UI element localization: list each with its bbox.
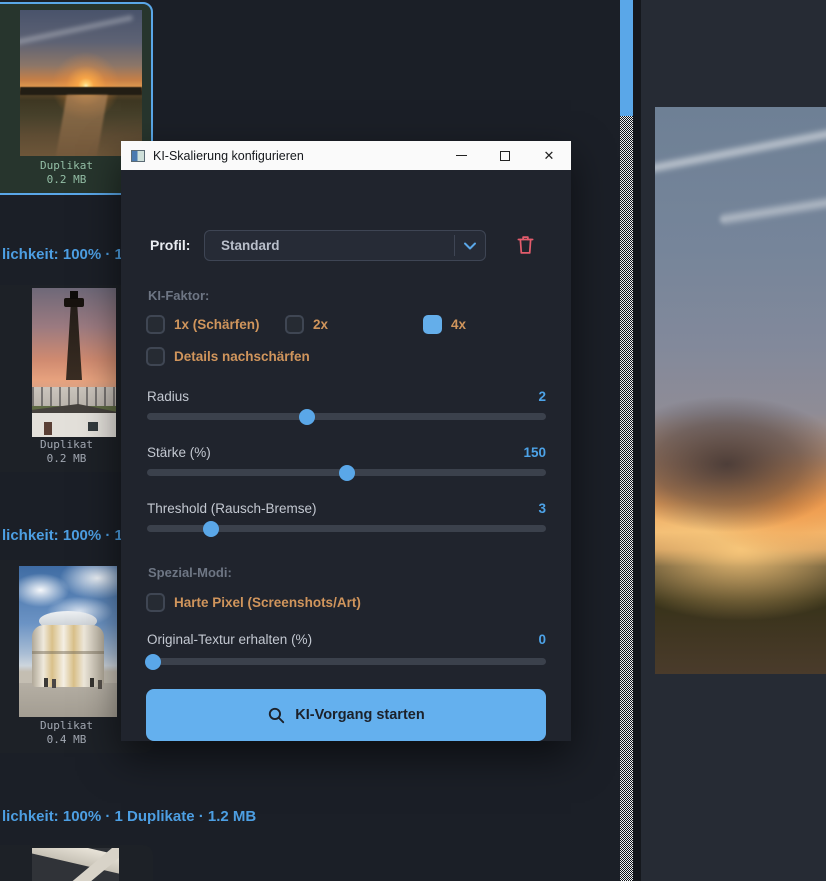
factor-option-1x[interactable]: 1x (Schärfen) bbox=[146, 315, 260, 334]
profile-selected-value: Standard bbox=[221, 238, 280, 253]
field-path bbox=[56, 95, 109, 156]
threshold-slider-thumb[interactable] bbox=[203, 521, 219, 537]
app-image-icon bbox=[131, 150, 145, 162]
radius-slider-thumb[interactable] bbox=[299, 409, 315, 425]
ki-skalierung-dialog: KI-Skalierung konfigurieren ✕ Profil: St… bbox=[121, 141, 571, 741]
similarity-row-2: lichkeit: 100% · 1 bbox=[2, 527, 123, 544]
dialog-titlebar[interactable]: KI-Skalierung konfigurieren ✕ bbox=[121, 141, 571, 170]
chevron-down-icon bbox=[463, 242, 477, 251]
sunset-thumbnail bbox=[20, 10, 142, 156]
building-band bbox=[32, 651, 104, 654]
factor-option-2x[interactable]: 2x bbox=[285, 315, 328, 334]
lighthouse-tower bbox=[66, 304, 82, 380]
contrail-streak bbox=[719, 186, 826, 227]
delete-profile-button[interactable] bbox=[514, 234, 536, 258]
start-ki-process-button[interactable]: KI-Vorgang starten bbox=[146, 689, 546, 741]
checkbox-label: 2x bbox=[313, 317, 328, 332]
checkbox-label: 4x bbox=[451, 317, 466, 332]
staerke-slider-thumb[interactable] bbox=[339, 465, 355, 481]
profile-label: Profil: bbox=[150, 230, 190, 261]
people-silhouettes bbox=[44, 678, 48, 687]
staerke-value: 150 bbox=[523, 445, 546, 460]
house-door bbox=[44, 422, 52, 435]
lighthouse-thumbnail bbox=[32, 288, 116, 437]
spezial-modi-section-label: Spezial-Modi: bbox=[148, 565, 232, 580]
checkbox-label: Harte Pixel (Screenshots/Art) bbox=[174, 595, 361, 610]
rotunda-thumbnail bbox=[19, 566, 117, 717]
factor-option-4x[interactable]: 4x bbox=[423, 315, 466, 334]
ki-faktor-section-label: KI-Faktor: bbox=[148, 288, 209, 303]
staerke-slider[interactable] bbox=[147, 469, 546, 476]
texture-slider[interactable] bbox=[147, 658, 546, 665]
close-icon: ✕ bbox=[544, 148, 555, 164]
radius-label: Radius bbox=[147, 389, 189, 404]
checkbox-1x[interactable] bbox=[146, 315, 165, 334]
details-sharpen-option[interactable]: Details nachschärfen bbox=[146, 347, 310, 366]
duplicate-card-4[interactable] bbox=[0, 845, 153, 881]
lighthouse-gallery bbox=[64, 298, 84, 307]
texture-slider-thumb[interactable] bbox=[145, 654, 161, 670]
select-separator bbox=[454, 235, 455, 256]
threshold-slider[interactable] bbox=[147, 525, 546, 532]
dialog-body: Profil: Standard KI-Faktor: 1x (Schärfen… bbox=[121, 170, 571, 741]
rotunda-building bbox=[32, 625, 104, 687]
close-button[interactable]: ✕ bbox=[527, 141, 571, 170]
trash-icon bbox=[516, 234, 535, 256]
texture-value: 0 bbox=[538, 632, 546, 647]
pavement bbox=[19, 683, 117, 717]
beams-thumbnail bbox=[32, 848, 119, 881]
maximize-icon bbox=[500, 151, 510, 161]
threshold-value: 3 bbox=[538, 501, 546, 516]
similarity-row-3: lichkeit: 100% · 1 Duplikate · 1.2 MB bbox=[2, 808, 256, 825]
scrollbar-track[interactable] bbox=[620, 0, 633, 881]
panel-divider bbox=[633, 0, 641, 881]
texture-label: Original-Textur erhalten (%) bbox=[147, 632, 312, 647]
contrail-streak bbox=[20, 14, 134, 47]
profile-select[interactable]: Standard bbox=[204, 230, 486, 261]
magnifier-icon bbox=[267, 706, 286, 725]
harte-pixel-option[interactable]: Harte Pixel (Screenshots/Art) bbox=[146, 593, 361, 612]
dialog-title: KI-Skalierung konfigurieren bbox=[153, 149, 304, 163]
checkbox-details-sharpen[interactable] bbox=[146, 347, 165, 366]
checkbox-label: Details nachschärfen bbox=[174, 349, 310, 364]
similarity-row-1: lichkeit: 100% · 1 bbox=[2, 246, 123, 263]
window-controls: ✕ bbox=[439, 141, 571, 170]
house-window bbox=[88, 422, 98, 431]
preview-panel: K bbox=[641, 0, 826, 881]
minimize-button[interactable] bbox=[439, 141, 483, 170]
sunset-preview-image bbox=[655, 107, 826, 674]
app-screen: Duplikat 0.2 MB lichkeit: 100% · 1 Dupli… bbox=[0, 0, 826, 881]
minimize-icon bbox=[456, 155, 467, 156]
radius-slider[interactable] bbox=[147, 413, 546, 420]
staerke-label: Stärke (%) bbox=[147, 445, 211, 460]
checkbox-4x[interactable] bbox=[423, 315, 442, 334]
start-button-label: KI-Vorgang starten bbox=[295, 707, 424, 723]
radius-value: 2 bbox=[538, 389, 546, 404]
threshold-label: Threshold (Rausch-Bremse) bbox=[147, 501, 317, 516]
lighthouse-lantern bbox=[70, 291, 78, 299]
maximize-button[interactable] bbox=[483, 141, 527, 170]
checkbox-label: 1x (Schärfen) bbox=[174, 317, 260, 332]
scrollbar-thumb[interactable] bbox=[620, 0, 633, 116]
contrail-streak bbox=[655, 123, 826, 177]
checkbox-2x[interactable] bbox=[285, 315, 304, 334]
checkbox-harte-pixel[interactable] bbox=[146, 593, 165, 612]
